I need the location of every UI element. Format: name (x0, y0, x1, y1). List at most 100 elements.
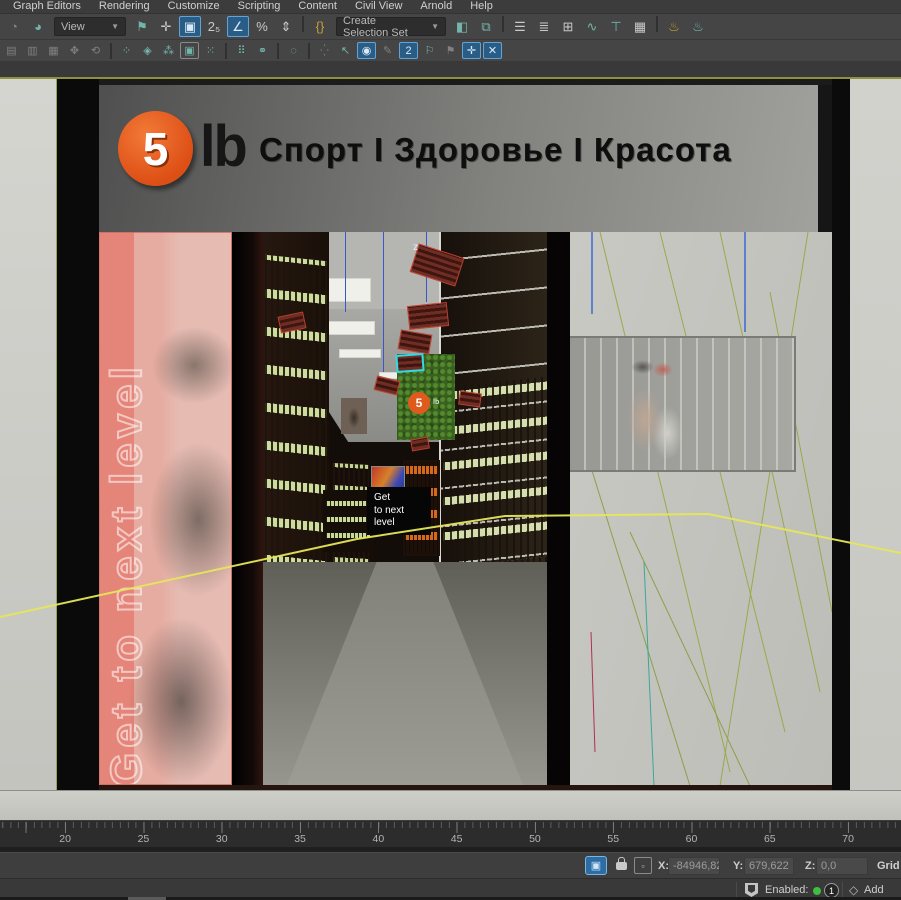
timeline-label: 20 (26, 833, 104, 845)
material-editor-icon[interactable]: ▦ (629, 16, 651, 37)
enabled-status-dot (813, 887, 821, 895)
link-ovals-icon[interactable]: ⚭ (253, 42, 272, 59)
z-coord-field[interactable]: 0,0 (816, 857, 868, 875)
perspective-viewport[interactable]: 5 lb Спорт I Здоровье I Красота Get to n… (0, 77, 901, 820)
y-coord-field[interactable]: 679,622 (744, 857, 794, 875)
isolate-icon: ▣ (591, 859, 601, 872)
loop-tools-icon[interactable]: ⟲ (86, 42, 105, 59)
separator (225, 43, 227, 59)
x-constraint-icon[interactable]: ✕ (483, 42, 502, 59)
grid-points-icon[interactable]: ⠿ (232, 42, 251, 59)
menu-item[interactable]: Scripting (229, 0, 290, 13)
timeline-label: 55 (574, 833, 652, 845)
timeline-label: 70 (809, 833, 887, 845)
curve-editor-icon[interactable]: ∿ (581, 16, 603, 37)
menu-item[interactable]: Customize (159, 0, 229, 13)
major-ticks (0, 822, 901, 833)
menu-item[interactable]: Arnold (411, 0, 461, 13)
timeline-label: 65 (731, 833, 809, 845)
spinner-snap-icon[interactable]: ⇕ (275, 16, 297, 37)
timeline-label: 60 (652, 833, 730, 845)
snap-toggle-active-icon[interactable]: ◉ (357, 42, 376, 59)
render-setup-teapot-icon[interactable]: ♨ (663, 16, 685, 37)
mirror-icon[interactable]: ◧ (451, 16, 473, 37)
timeline-label: 30 (183, 833, 261, 845)
absolute-mode-icon: ▫ (641, 861, 644, 871)
layer-explorer-icon[interactable]: ≣ (533, 16, 555, 37)
absolute-mode-button[interactable]: ▫ (634, 857, 652, 874)
add-time-tag[interactable]: Add (864, 884, 884, 896)
modifier-tools-icon[interactable]: ▦ (44, 42, 63, 59)
scene-explorer-icon[interactable]: ☰ (509, 16, 531, 37)
timeline-label: 35 (261, 833, 339, 845)
snap-2d-icon[interactable]: 2 (399, 42, 418, 59)
schematic-view-icon[interactable]: ⊤ (605, 16, 627, 37)
enabled-label: Enabled: (765, 884, 808, 896)
3ds-max-window: Graph EditorsRenderingCustomizeScripting… (0, 0, 901, 900)
toolbar-spacer (0, 62, 901, 77)
rendered-frame-teapot-icon[interactable]: ♨ (687, 16, 709, 37)
time-ruler[interactable]: 2025303540455055606570 (0, 820, 901, 847)
spline-guide-line[interactable] (0, 79, 901, 820)
pick-cursor-icon[interactable]: ↖ (336, 42, 355, 59)
grid-label: Grid (877, 860, 900, 872)
divider (842, 882, 843, 897)
separator (302, 16, 304, 32)
selection-lock-icon[interactable] (616, 862, 627, 870)
x-coord-field[interactable]: -84946,828 (668, 857, 720, 875)
timeline-label: 25 (104, 833, 182, 845)
time-tag-icon: ◇ (849, 883, 858, 897)
separator (110, 43, 112, 59)
cluster-select-icon[interactable]: ⁙ (201, 42, 220, 59)
transform-tools-icon[interactable]: ▥ (23, 42, 42, 59)
menu-item[interactable]: Civil View (346, 0, 411, 13)
move-snap-icon[interactable]: ✛ (462, 42, 481, 59)
separator (308, 43, 310, 59)
secondary-toolbar: ▤▥▦✥⟲ ⁘◈⁂▣⁙ ⠿⚭ ◌ ⁛↖◉✎2⚐⚑✛✕ (0, 40, 901, 62)
timeline-label: 50 (496, 833, 574, 845)
separator (502, 16, 504, 32)
select-and-place-icon[interactable]: ▣ (179, 16, 201, 37)
isolate-selection-button[interactable]: ▣ (585, 856, 607, 875)
snap-grid-icon[interactable]: ⁛ (315, 42, 334, 59)
reference-coordinate-dropdown[interactable]: View▼ (54, 17, 126, 36)
draw-line-icon[interactable]: ✎ (378, 42, 397, 59)
ruler-labels: 2025303540455055606570 (26, 833, 887, 845)
status-bar: ▣ ▫ X: -84946,828 Y: 679,622 Z: 0,0 Grid (0, 852, 901, 878)
snaps-toggle-icon[interactable]: 2₅ (203, 16, 225, 37)
scene-clock-icon[interactable]: ◕ (27, 16, 49, 37)
dotted-circle-icon[interactable]: ◌ (284, 42, 303, 59)
timeline-label: 40 (339, 833, 417, 845)
edit-poly-icon[interactable]: ▤ (2, 42, 21, 59)
pivot-tools-icon[interactable]: ✥ (65, 42, 84, 59)
menu-item[interactable]: Content (289, 0, 346, 13)
main-toolbar: ◔◕ View▼ ⚑✛▣2₅∠%⇕ {} Create Selection Set… (0, 14, 901, 40)
notification-count-badge[interactable]: 1 (824, 883, 839, 898)
z-coord-label: Z: (805, 860, 815, 872)
flag-outline-icon[interactable]: ⚐ (420, 42, 439, 59)
y-coord-label: Y: (733, 860, 743, 872)
flag-filled-icon[interactable]: ⚑ (441, 42, 460, 59)
separator (277, 43, 279, 59)
gizmo-toggle-icon[interactable]: ◈ (138, 42, 157, 59)
align-icon[interactable]: ⧉ (475, 16, 497, 37)
divider (736, 882, 737, 897)
menu-bar: Graph EditorsRenderingCustomizeScripting… (0, 0, 901, 14)
separator (656, 16, 658, 32)
ribbon-toggle-icon[interactable]: ⊞ (557, 16, 579, 37)
soft-selection-icon[interactable]: ⁘ (117, 42, 136, 59)
menu-item[interactable]: Graph Editors (4, 0, 90, 13)
menu-item[interactable]: Rendering (90, 0, 159, 13)
time-config-icon[interactable]: ◔ (3, 16, 25, 37)
named-selection-sets-icon[interactable]: {} (309, 16, 331, 37)
angle-snap-icon[interactable]: ∠ (227, 16, 249, 37)
chevron-down-icon: ▼ (431, 22, 439, 31)
select-and-move-icon[interactable]: ✛ (155, 16, 177, 37)
use-center-icon[interactable]: ⚑ (131, 16, 153, 37)
create-selection-set-dropdown[interactable]: Create Selection Set▼ (336, 17, 446, 36)
menu-item[interactable]: Help (461, 0, 502, 13)
timeline-label: 45 (417, 833, 495, 845)
percent-snap-icon[interactable]: % (251, 16, 273, 37)
select-region-icon[interactable]: ▣ (180, 42, 199, 59)
paint-select-icon[interactable]: ⁂ (159, 42, 178, 59)
